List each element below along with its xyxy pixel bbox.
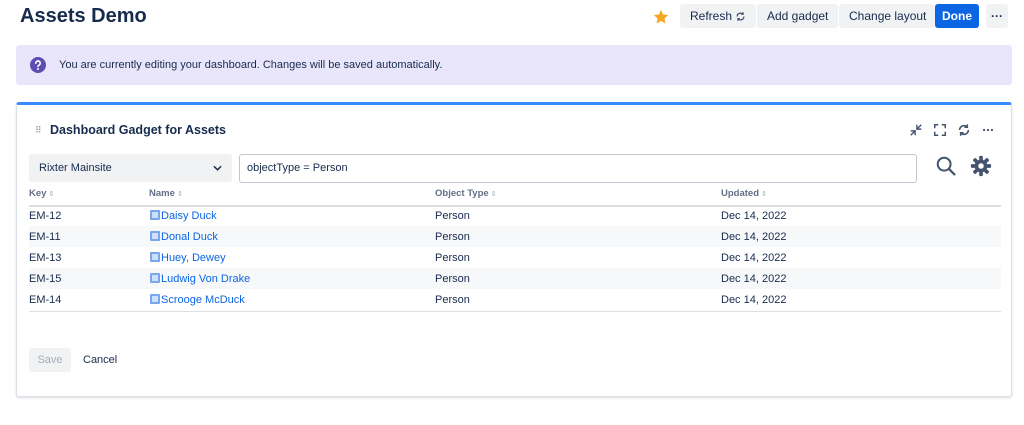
- done-button[interactable]: Done: [935, 4, 979, 28]
- gear-icon[interactable]: [970, 155, 992, 177]
- row-updated: Dec 14, 2022: [721, 231, 787, 243]
- aql-query-input[interactable]: objectType = Person: [239, 154, 917, 183]
- refresh-button-label: Refresh: [690, 9, 733, 23]
- row-key: EM-14: [29, 294, 62, 306]
- schema-select-value: Rixter Mainsite: [39, 162, 112, 174]
- table-row: EM-13 Huey, Dewey Person Dec 14, 2022: [29, 247, 1001, 268]
- row-updated: Dec 14, 2022: [721, 273, 787, 285]
- row-key: EM-12: [29, 210, 62, 222]
- refresh-button[interactable]: Refresh: [680, 4, 757, 28]
- object-type-icon: [150, 294, 160, 304]
- minimize-icon[interactable]: [909, 123, 923, 137]
- banner-message: You are currently editing your dashboard…: [59, 59, 443, 71]
- table-header: Key ⇕ Name ⇕ Object Type ⇕ Updated ⇕: [29, 185, 1001, 207]
- sort-icon: ⇕: [490, 191, 497, 198]
- reload-icon[interactable]: [957, 123, 971, 137]
- chevron-down-icon: [213, 165, 222, 171]
- gadget-title: Dashboard Gadget for Assets: [50, 123, 226, 137]
- edit-mode-banner: You are currently editing your dashboard…: [16, 45, 1012, 85]
- change-layout-button[interactable]: Change layout: [839, 4, 937, 28]
- row-name-link[interactable]: Donal Duck: [150, 231, 218, 243]
- row-key: EM-11: [29, 231, 61, 243]
- row-key: EM-13: [29, 252, 62, 264]
- more-actions-button[interactable]: ···: [986, 4, 1008, 28]
- row-key: EM-15: [29, 273, 62, 285]
- row-updated: Dec 14, 2022: [721, 294, 787, 306]
- row-object-type: Person: [435, 273, 470, 285]
- search-icon[interactable]: [935, 155, 957, 177]
- row-name-link[interactable]: Huey, Dewey: [150, 252, 226, 264]
- row-object-type: Person: [435, 231, 470, 243]
- page-title: Assets Demo: [20, 5, 147, 27]
- star-icon[interactable]: [652, 8, 670, 26]
- sort-icon: ⇕: [761, 191, 767, 198]
- table-row: EM-11 Donal Duck Person Dec 14, 2022: [29, 226, 1001, 247]
- row-name-link[interactable]: Scrooge McDuck: [150, 294, 245, 306]
- table-row: EM-14 Scrooge McDuck Person Dec 14, 2022: [29, 289, 1001, 310]
- cancel-button[interactable]: Cancel: [83, 354, 117, 366]
- object-type-icon: [150, 210, 160, 220]
- add-gadget-button[interactable]: Add gadget: [757, 4, 839, 28]
- refresh-icon: [736, 12, 745, 22]
- row-updated: Dec 14, 2022: [721, 210, 787, 222]
- object-type-icon: [150, 252, 160, 262]
- schema-select[interactable]: Rixter Mainsite: [29, 154, 232, 182]
- table-row: EM-12 Daisy Duck Person Dec 14, 2022: [29, 205, 1001, 226]
- table-row: EM-15 Ludwig Von Drake Person Dec 14, 20…: [29, 268, 1001, 289]
- row-object-type: Person: [435, 294, 470, 306]
- row-object-type: Person: [435, 252, 470, 264]
- column-header-name[interactable]: Name ⇕: [149, 188, 183, 199]
- row-object-type: Person: [435, 210, 470, 222]
- row-name-link[interactable]: Daisy Duck: [150, 210, 217, 222]
- table-footer-divider: [29, 311, 1001, 312]
- column-header-key[interactable]: Key ⇕: [29, 188, 54, 199]
- sort-icon: ⇕: [176, 191, 183, 198]
- column-header-object-type[interactable]: Object Type ⇕: [435, 188, 497, 199]
- sort-icon: ⇕: [48, 191, 55, 198]
- assets-gadget: ⠿ Dashboard Gadget for Assets Rixter Mai…: [16, 102, 1012, 397]
- question-icon: [30, 57, 46, 73]
- save-button[interactable]: Save: [29, 348, 71, 372]
- drag-handle-icon[interactable]: ⠿: [35, 125, 42, 136]
- gadget-more-icon[interactable]: [981, 123, 995, 137]
- column-header-updated[interactable]: Updated ⇕: [721, 188, 767, 199]
- object-type-icon: [150, 273, 160, 283]
- fullscreen-icon[interactable]: [933, 123, 947, 137]
- row-name-link[interactable]: Ludwig Von Drake: [150, 273, 250, 285]
- row-updated: Dec 14, 2022: [721, 252, 787, 264]
- object-type-icon: [150, 231, 160, 241]
